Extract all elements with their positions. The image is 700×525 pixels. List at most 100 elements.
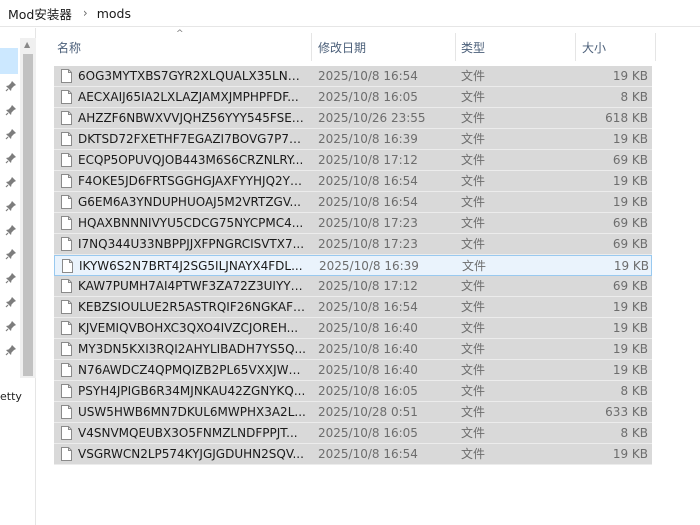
file-icon bbox=[61, 342, 72, 356]
column-divider[interactable] bbox=[575, 33, 576, 61]
pin-icon[interactable] bbox=[5, 272, 17, 284]
column-header-name[interactable]: 名称 bbox=[57, 33, 307, 61]
nav-selected-item[interactable] bbox=[0, 48, 18, 74]
file-name: MY3DN5KXI3RQI2AHYLIBADH7YS5Q... bbox=[78, 342, 306, 356]
file-type: 文件 bbox=[461, 279, 486, 293]
file-size: 19 KB bbox=[612, 342, 648, 356]
file-name: AHZZF6NBWXVVJQHZ56YYY545FSEY... bbox=[78, 111, 306, 125]
file-type: 文件 bbox=[461, 90, 486, 104]
pin-icon[interactable] bbox=[5, 248, 17, 260]
file-name: F4OKE5JD6FRTSGGHGJAXFYYHJQ2YX... bbox=[78, 174, 306, 188]
file-row[interactable]: V4SNVMQEUBX3O5FNMZLNDFPPJT... 2025/10/8 1… bbox=[54, 423, 652, 444]
file-icon bbox=[61, 279, 72, 293]
file-row[interactable]: F4OKE5JD6FRTSGGHGJAXFYYHJQ2YX... 2025/10/… bbox=[54, 171, 652, 192]
scroll-up-arrow-icon[interactable]: ▲ bbox=[24, 40, 30, 49]
file-row[interactable]: KJVEMIQVBOHXC3QXO4IVZCJOREH... 2025/10/8 … bbox=[54, 318, 652, 339]
file-name: 6OG3MYTXBS7GYR2XLQUALX35LNR... bbox=[78, 69, 306, 83]
pin-icon[interactable] bbox=[5, 152, 17, 164]
pin-icon[interactable] bbox=[5, 200, 17, 212]
pin-icon[interactable] bbox=[5, 80, 17, 92]
file-name: KEBZSIOULUE2R5ASTRQIF26NGKAFL... bbox=[78, 300, 306, 314]
file-row[interactable]: MY3DN5KXI3RQI2AHYLIBADH7YS5Q... 2025/10/8… bbox=[54, 339, 652, 360]
file-modified-date: 2025/10/8 16:54 bbox=[318, 69, 418, 83]
nav-scrollbar[interactable]: ▲ bbox=[20, 38, 36, 378]
file-size: 19 KB bbox=[612, 69, 648, 83]
column-header-name-label: 名称 bbox=[57, 40, 82, 55]
file-type: 文件 bbox=[461, 216, 486, 230]
file-row[interactable]: IKYW6S2N7BRT4J2SG5ILJNAYX4FDL... 2025/10/… bbox=[54, 255, 652, 276]
file-list: 6OG3MYTXBS7GYR2XLQUALX35LNR... 2025/10/8 … bbox=[54, 66, 652, 465]
pin-icon[interactable] bbox=[5, 104, 17, 116]
file-name: HQAXBNNNIVYU5CDCG75NYCPMC4... bbox=[78, 216, 304, 230]
chevron-right-icon[interactable]: › bbox=[83, 6, 88, 20]
file-name: V4SNVMQEUBX3O5FNMZLNDFPPJT... bbox=[78, 426, 298, 440]
column-divider[interactable] bbox=[455, 33, 456, 61]
file-modified-date: 2025/10/8 17:23 bbox=[318, 216, 418, 230]
file-modified-date: 2025/10/8 16:40 bbox=[318, 363, 418, 377]
column-header-size[interactable]: 大小 bbox=[582, 33, 652, 61]
file-row[interactable]: 6OG3MYTXBS7GYR2XLQUALX35LNR... 2025/10/8 … bbox=[54, 66, 652, 87]
nav-item-partial-label[interactable]: etty bbox=[0, 390, 22, 403]
file-modified-date: 2025/10/8 17:23 bbox=[318, 237, 418, 251]
file-size: 69 KB bbox=[612, 153, 648, 167]
navigation-pane: ▲ etty bbox=[0, 28, 36, 525]
file-row[interactable]: PSYH4JPIGB6R34MJNKAU42ZGNYKQ... 2025/10/8… bbox=[54, 381, 652, 402]
pin-icon[interactable] bbox=[5, 344, 17, 356]
file-size: 8 KB bbox=[620, 426, 648, 440]
file-name: VSGRWCN2LP574KYJGJGDUHN2SQV... bbox=[78, 447, 304, 461]
nav-scroll-thumb[interactable] bbox=[23, 54, 33, 376]
file-icon bbox=[62, 259, 73, 273]
breadcrumb-item-mods[interactable]: mods bbox=[97, 6, 131, 21]
file-type: 文件 bbox=[461, 321, 486, 335]
file-modified-date: 2025/10/8 16:39 bbox=[319, 259, 419, 273]
file-modified-date: 2025/10/8 16:05 bbox=[318, 384, 418, 398]
file-icon bbox=[61, 216, 72, 230]
file-modified-date: 2025/10/8 16:54 bbox=[318, 174, 418, 188]
file-row[interactable]: DKTSD72FXETHF7EGAZI7BOVG7P7G... 2025/10/8… bbox=[54, 129, 652, 150]
file-row[interactable]: AHZZF6NBWXVVJQHZ56YYY545FSEY... 2025/10/2… bbox=[54, 108, 652, 129]
pin-icon[interactable] bbox=[5, 296, 17, 308]
pin-icon[interactable] bbox=[5, 128, 17, 140]
file-icon bbox=[61, 237, 72, 251]
pin-icon[interactable] bbox=[5, 176, 17, 188]
file-type: 文件 bbox=[461, 405, 486, 419]
file-modified-date: 2025/10/28 0:51 bbox=[318, 405, 418, 419]
file-name: DKTSD72FXETHF7EGAZI7BOVG7P7G... bbox=[78, 132, 306, 146]
file-size: 8 KB bbox=[620, 384, 648, 398]
file-row[interactable]: N76AWDCZ4QPMQIZB2PL65VXXJWB... 2025/10/8 … bbox=[54, 360, 652, 381]
file-icon bbox=[61, 300, 72, 314]
file-type: 文件 bbox=[461, 195, 486, 209]
column-header-type[interactable]: 类型 bbox=[461, 33, 571, 61]
column-divider[interactable] bbox=[655, 33, 656, 61]
file-size: 618 KB bbox=[605, 111, 648, 125]
file-size: 8 KB bbox=[620, 90, 648, 104]
file-name: PSYH4JPIGB6R34MJNKAU42ZGNYKQ... bbox=[78, 384, 306, 398]
breadcrumb-item-mod-installer[interactable]: Mod安装器 bbox=[8, 4, 72, 23]
column-divider[interactable] bbox=[311, 33, 312, 61]
file-icon bbox=[61, 174, 72, 188]
file-row[interactable]: VSGRWCN2LP574KYJGJGDUHN2SQV... 2025/10/8 … bbox=[54, 444, 652, 465]
file-row[interactable]: KEBZSIOULUE2R5ASTRQIF26NGKAFL... 2025/10/… bbox=[54, 297, 652, 318]
pin-icon[interactable] bbox=[5, 320, 17, 332]
file-modified-date: 2025/10/8 16:54 bbox=[318, 195, 418, 209]
file-row[interactable]: USW5HWB6MN7DKUL6MWPHX3A2L... 2025/10/28 0… bbox=[54, 402, 652, 423]
pin-icon[interactable] bbox=[5, 224, 17, 236]
file-row[interactable]: HQAXBNNNIVYU5CDCG75NYCPMC4... 2025/10/8 1… bbox=[54, 213, 652, 234]
file-size: 19 KB bbox=[612, 174, 648, 188]
file-icon bbox=[61, 447, 72, 461]
file-name: USW5HWB6MN7DKUL6MWPHX3A2L... bbox=[78, 405, 306, 419]
file-size: 19 KB bbox=[612, 447, 648, 461]
file-size: 19 KB bbox=[612, 195, 648, 209]
file-name: KAW7PUMH7AI4PTWF3ZA72Z3UIYYF... bbox=[78, 279, 306, 293]
file-type: 文件 bbox=[461, 342, 486, 356]
file-row[interactable]: KAW7PUMH7AI4PTWF3ZA72Z3UIYYF... 2025/10/8… bbox=[54, 276, 652, 297]
file-type: 文件 bbox=[461, 384, 486, 398]
file-row[interactable]: G6EM6A3YNDUPHUOAJ5M2VRTZGV... 2025/10/8 1… bbox=[54, 192, 652, 213]
file-row[interactable]: AECXAIJ65IA2LXLAZJAMXJMPHPFDF... 2025/10/… bbox=[54, 87, 652, 108]
file-icon bbox=[61, 405, 72, 419]
file-row[interactable]: I7NQ344U33NBPPJJXFPNGRCISVTX7... 2025/10/… bbox=[54, 234, 652, 255]
file-icon bbox=[61, 321, 72, 335]
file-icon bbox=[61, 426, 72, 440]
column-header-date[interactable]: 修改日期 bbox=[318, 33, 453, 61]
file-row[interactable]: ECQP5OPUVQJOB443M6S6CRZNLRY... 2025/10/8 … bbox=[54, 150, 652, 171]
